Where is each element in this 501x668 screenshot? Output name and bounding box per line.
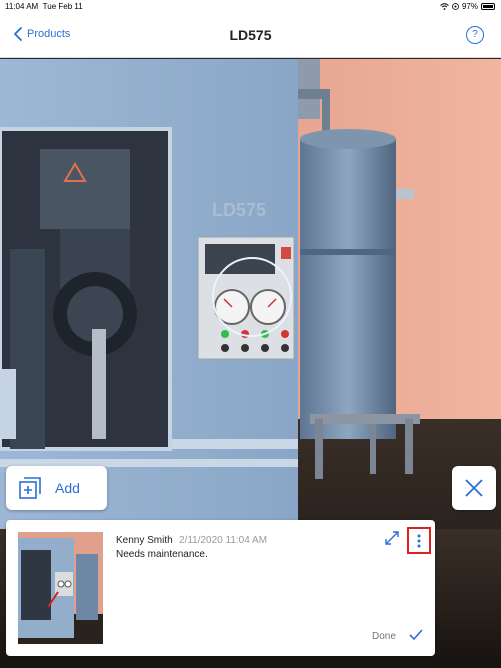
battery-percent: 97%: [461, 2, 478, 11]
note-message: Needs maintenance.: [116, 549, 208, 560]
status-bar: 11:04 AM Tue Feb 11 97%: [0, 0, 501, 14]
note-thumbnail-image: [18, 532, 103, 644]
page-title: LD575: [229, 27, 272, 43]
status-time: 11:04 AM: [5, 2, 39, 11]
status-date: Tue Feb 11: [42, 2, 83, 11]
add-label: Add: [55, 480, 80, 496]
note-timestamp: 2/11/2020 11:04 AM: [179, 535, 268, 546]
status-right: 97%: [440, 2, 495, 11]
add-note-icon: [19, 477, 41, 499]
close-button[interactable]: [452, 466, 496, 510]
more-options-button[interactable]: [407, 527, 431, 554]
add-note-button[interactable]: Add: [6, 466, 107, 510]
note-thumbnail[interactable]: [18, 532, 103, 644]
expand-icon[interactable]: [385, 531, 399, 545]
battery-icon: [481, 3, 495, 10]
note-card[interactable]: Kenny Smith 2/11/2020 11:04 AM Needs mai…: [6, 520, 435, 656]
help-button[interactable]: ?: [466, 26, 484, 44]
more-vertical-icon: [417, 534, 421, 547]
navigation-bar: Products LD575 ?: [0, 14, 501, 58]
note-author: Kenny Smith: [116, 535, 173, 546]
help-icon: ?: [472, 29, 478, 40]
machine-label: LD575: [212, 200, 266, 220]
status-time-date: 11:04 AM Tue Feb 11: [5, 2, 83, 11]
location-icon: [452, 3, 459, 10]
close-icon: [465, 479, 483, 497]
wifi-icon: [440, 3, 449, 10]
done-label[interactable]: Done: [372, 631, 396, 642]
checkmark-icon[interactable]: [409, 629, 423, 641]
